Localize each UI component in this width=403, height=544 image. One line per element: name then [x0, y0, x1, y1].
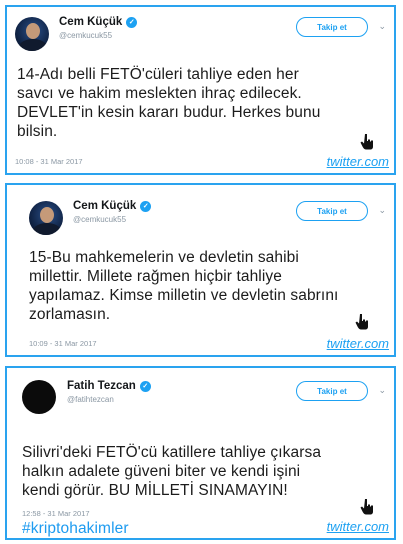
- tweet-text-body: Silivri'deki FETÖ'cü katillere tahliye ç…: [22, 444, 322, 499]
- author-name[interactable]: Fatih Tezcan ✓: [67, 380, 151, 392]
- author-name-text[interactable]: Fatih Tezcan: [67, 380, 136, 392]
- author-name-text[interactable]: Cem Küçük: [73, 200, 136, 212]
- tweet-card-1: Cem Küçük ✓ @cemkucuk55 Takip et ⌄ 14-Ad…: [5, 5, 396, 175]
- hand-pointer-icon: [360, 499, 373, 515]
- tweet-card-2: Cem Küçük ✓ @cemkucuk55 Takip et ⌄ 15-Bu…: [5, 183, 396, 357]
- tweet-text: 14-Adı belli FETÖ'cüleri tahliye eden he…: [17, 66, 321, 140]
- verified-badge-icon: ✓: [126, 16, 138, 28]
- avatar[interactable]: [29, 201, 63, 235]
- tweet-text: 15-Bu mahkemelerin ve devletin sahibi mi…: [29, 249, 339, 323]
- chevron-down-icon[interactable]: ⌄: [378, 385, 386, 396]
- chevron-down-icon[interactable]: ⌄: [378, 21, 386, 32]
- avatar[interactable]: [22, 380, 56, 414]
- follow-button[interactable]: Takip et: [296, 17, 368, 37]
- hand-pointer-icon: [360, 134, 373, 150]
- author-handle[interactable]: @cemkucuk55: [73, 215, 126, 224]
- chevron-down-icon[interactable]: ⌄: [378, 205, 386, 216]
- author-handle[interactable]: @fatihtezcan: [67, 395, 114, 404]
- author-handle[interactable]: @cemkucuk55: [59, 31, 112, 40]
- twitter-watermark-link[interactable]: twitter.com: [327, 154, 389, 169]
- hashtag-link[interactable]: #kriptohakimler: [22, 520, 129, 537]
- follow-button[interactable]: Takip et: [296, 381, 368, 401]
- author-name[interactable]: Cem Küçük ✓: [59, 16, 138, 28]
- tweet-timestamp[interactable]: 10:08 - 31 Mar 2017: [15, 157, 83, 166]
- verified-badge-icon: ✓: [140, 200, 152, 212]
- author-name[interactable]: Cem Küçük ✓: [73, 200, 152, 212]
- twitter-watermark-link[interactable]: twitter.com: [327, 336, 389, 351]
- tweet-card-3: Fatih Tezcan ✓ @fatihtezcan Takip et ⌄ S…: [5, 366, 396, 540]
- verified-badge-icon: ✓: [139, 380, 151, 392]
- hand-pointer-icon: [355, 314, 368, 330]
- follow-button[interactable]: Takip et: [296, 201, 368, 221]
- tweet-timestamp[interactable]: 12:58 - 31 Mar 2017: [22, 509, 90, 518]
- tweet-timestamp[interactable]: 10:09 - 31 Mar 2017: [29, 339, 97, 348]
- avatar[interactable]: [15, 17, 49, 51]
- twitter-watermark-link[interactable]: twitter.com: [327, 519, 389, 534]
- author-name-text[interactable]: Cem Küçük: [59, 16, 122, 28]
